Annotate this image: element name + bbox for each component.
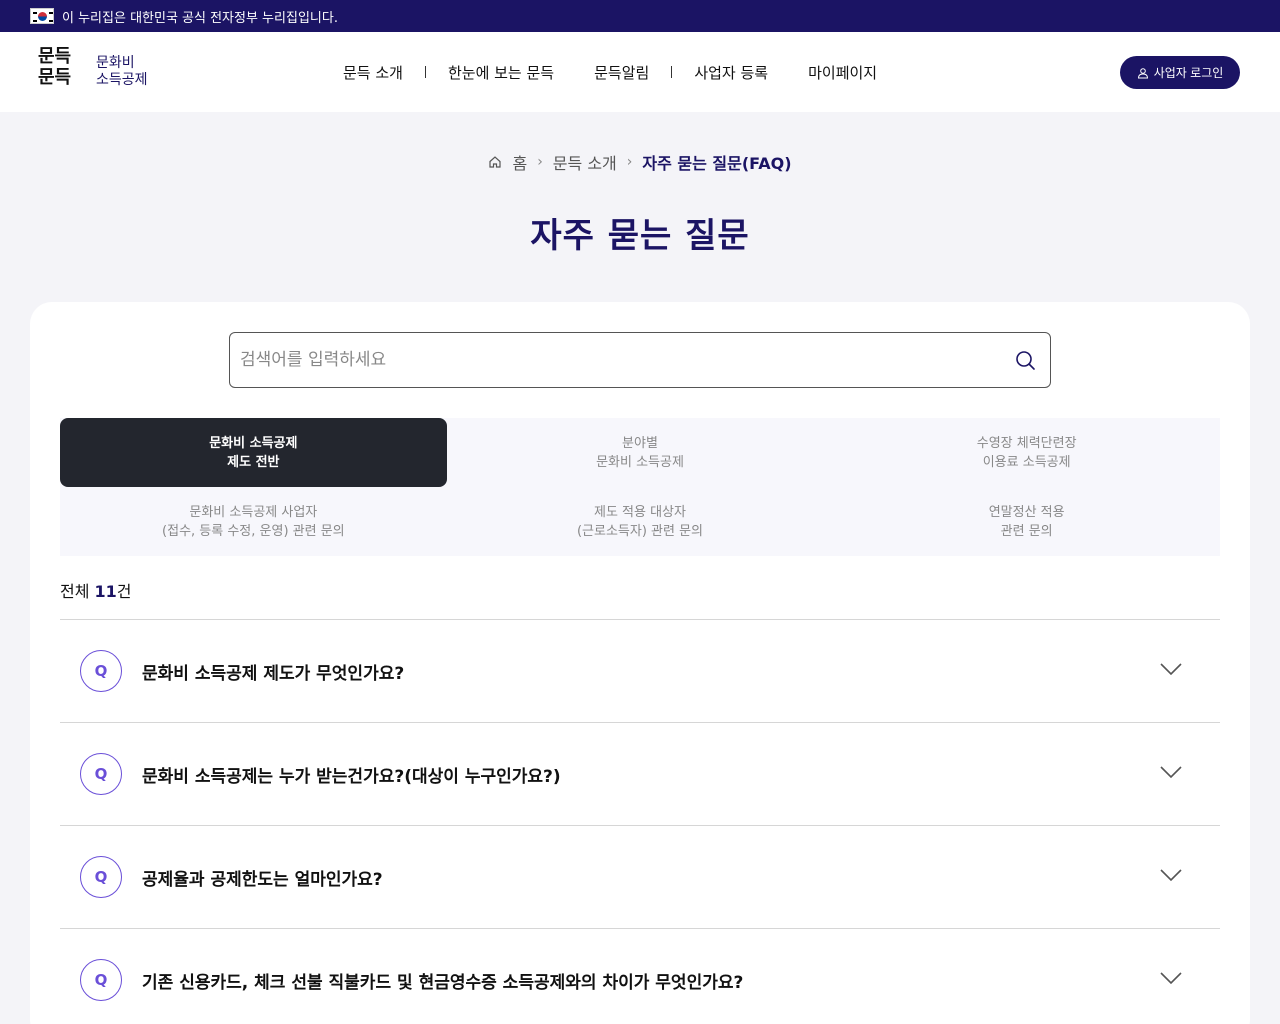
login-label: 사업자 로그인 xyxy=(1153,66,1224,80)
korea-flag-icon xyxy=(30,8,54,24)
faq-question: 문화비 소득공제는 누가 받는건가요?(대상이 누구인가요?) xyxy=(142,766,561,787)
nav-item-about[interactable]: 문득 소개 xyxy=(343,62,403,83)
search-input[interactable] xyxy=(240,333,1000,387)
faq-item[interactable]: Q 공제율과 공제한도는 얼마인가요? xyxy=(60,826,1220,929)
faq-question: 공제율과 공제한도는 얼마인가요? xyxy=(142,869,383,890)
gov-banner: 이 누리집은 대한민국 공식 전자정부 누리집입니다. xyxy=(0,0,1280,32)
nav-item-notice[interactable]: 문득알림 xyxy=(594,62,649,83)
chevron-down-icon[interactable] xyxy=(1160,765,1182,779)
question-badge: Q xyxy=(80,856,122,898)
nav-item-overview[interactable]: 한눈에 보는 문득 xyxy=(448,62,554,83)
faq-item[interactable]: Q 기존 신용카드, 체크 선불 직불카드 및 현금영수증 소득공제와의 차이가… xyxy=(60,929,1220,1024)
total-count-number: 11 xyxy=(94,582,117,601)
tab-system-overview[interactable]: 문화비 소득공제 제도 전반 xyxy=(60,418,447,487)
site-logo[interactable]: 문득 문득 문화비 소득공제 xyxy=(38,46,158,98)
tab-business[interactable]: 문화비 소득공제 사업자 (접수, 등록 수정, 운영) 관련 문의 xyxy=(60,487,447,556)
site-header: 문득 문득 문화비 소득공제 문득 소개 한눈에 보는 문득 문득알림 사업자 … xyxy=(0,32,1280,112)
nav-item-mypage[interactable]: 마이페이지 xyxy=(808,62,877,83)
breadcrumb-home[interactable]: 홈 xyxy=(512,150,527,174)
home-icon xyxy=(489,156,502,168)
search-icon[interactable] xyxy=(1015,350,1036,371)
nav-divider xyxy=(671,66,673,78)
faq-item[interactable]: Q 문화비 소득공제 제도가 무엇인가요? xyxy=(60,620,1220,723)
faq-question: 기존 신용카드, 체크 선불 직불카드 및 현금영수증 소득공제와의 차이가 무… xyxy=(142,972,744,993)
nav-divider xyxy=(424,66,426,78)
search-box xyxy=(229,332,1051,388)
question-badge: Q xyxy=(80,959,122,1001)
main-nav: 문득 소개 한눈에 보는 문득 문득알림 사업자 등록 마이페이지 xyxy=(343,32,877,112)
question-badge: Q xyxy=(80,753,122,795)
total-count: 전체 11건 xyxy=(60,582,132,601)
breadcrumb-current: 자주 묻는 질문(FAQ) xyxy=(642,154,792,173)
business-login-button[interactable]: 사업자 로그인 xyxy=(1120,56,1240,89)
logo-mark: 문득 문득 xyxy=(38,46,72,88)
chevron-down-icon[interactable] xyxy=(1160,868,1182,882)
user-icon xyxy=(1137,67,1148,78)
faq-item[interactable]: Q 문화비 소득공제는 누가 받는건가요?(대상이 누구인가요?) xyxy=(60,723,1220,826)
page-title: 자주 묻는 질문 xyxy=(530,216,750,256)
tab-pool-gym[interactable]: 수영장 체력단련장 이용료 소득공제 xyxy=(833,418,1220,487)
logo-text: 문화비 소득공제 xyxy=(96,55,148,88)
faq-card: 문화비 소득공제 제도 전반 분야별 문화비 소득공제 수영장 체력단련장 이용… xyxy=(30,302,1250,1024)
category-tabs: 문화비 소득공제 제도 전반 분야별 문화비 소득공제 수영장 체력단련장 이용… xyxy=(60,418,1220,556)
chevron-down-icon[interactable] xyxy=(1160,971,1182,985)
gov-banner-text: 이 누리집은 대한민국 공식 전자정부 누리집입니다. xyxy=(62,10,338,26)
chevron-down-icon[interactable] xyxy=(1160,662,1182,676)
chevron-right-icon: › xyxy=(537,154,543,170)
breadcrumb-about[interactable]: 문득 소개 xyxy=(553,150,617,174)
tab-year-end-settlement[interactable]: 연말정산 적용 관련 문의 xyxy=(833,487,1220,556)
question-badge: Q xyxy=(80,650,122,692)
tab-by-field[interactable]: 분야별 문화비 소득공제 xyxy=(447,418,834,487)
tab-eligible-workers[interactable]: 제도 적용 대상자 (근로소득자) 관련 문의 xyxy=(447,487,834,556)
nav-item-business-register[interactable]: 사업자 등록 xyxy=(694,62,768,83)
chevron-right-icon: › xyxy=(626,154,633,170)
faq-question: 문화비 소득공제 제도가 무엇인가요? xyxy=(142,663,405,684)
faq-list: Q 문화비 소득공제 제도가 무엇인가요? Q 문화비 소득공제는 누가 받는건… xyxy=(60,619,1220,1024)
breadcrumb: 홈 › 문득 소개 › 자주 묻는 질문(FAQ) xyxy=(0,150,1280,174)
